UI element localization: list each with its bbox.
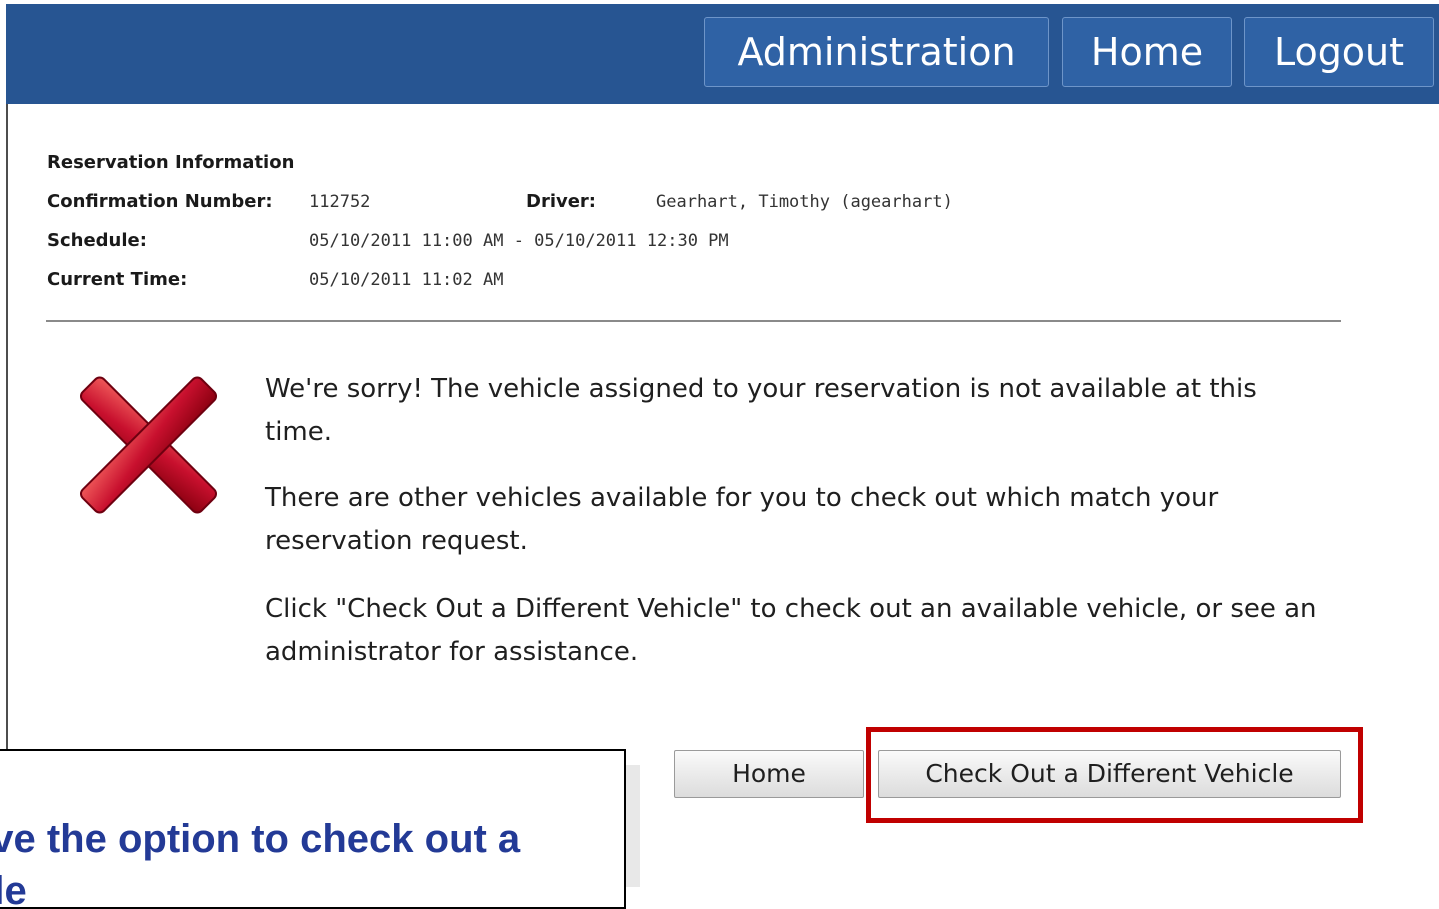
unavailable-message: We're sorry! The vehicle assigned to you…	[265, 374, 1257, 447]
highlight-box	[866, 727, 1363, 823]
reservation-heading: Reservation Information	[47, 152, 295, 173]
red-x-icon	[76, 375, 221, 515]
home-button[interactable]: Home	[674, 750, 864, 798]
home-nav-button[interactable]: Home	[1062, 17, 1232, 87]
driver-label: Driver:	[526, 191, 597, 212]
callout-box: Drivers will have the option to check ou…	[0, 749, 626, 909]
alternatives-message: There are other vehicles available for y…	[265, 483, 1219, 556]
schedule-value: 05/10/2011 11:00 AM - 05/10/2011 12:30 P…	[309, 231, 729, 251]
top-nav-bar: Administration Home Logout	[6, 4, 1439, 104]
section-divider	[46, 320, 1341, 322]
administration-button[interactable]: Administration	[704, 17, 1049, 87]
callout-text: Drivers will have the option to check ou…	[0, 817, 521, 909]
current-time-value: 05/10/2011 11:02 AM	[309, 270, 504, 290]
instructions-message: Click "Check Out a Different Vehicle" to…	[265, 594, 1317, 667]
confirmation-label: Confirmation Number:	[47, 191, 273, 212]
content-left-border	[6, 104, 8, 749]
confirmation-value: 112752	[309, 192, 371, 212]
current-time-label: Current Time:	[47, 269, 188, 290]
logout-button[interactable]: Logout	[1244, 17, 1434, 87]
callout-shadow	[626, 765, 640, 887]
schedule-label: Schedule:	[47, 230, 147, 251]
driver-value: Gearhart, Timothy (agearhart)	[656, 192, 953, 212]
